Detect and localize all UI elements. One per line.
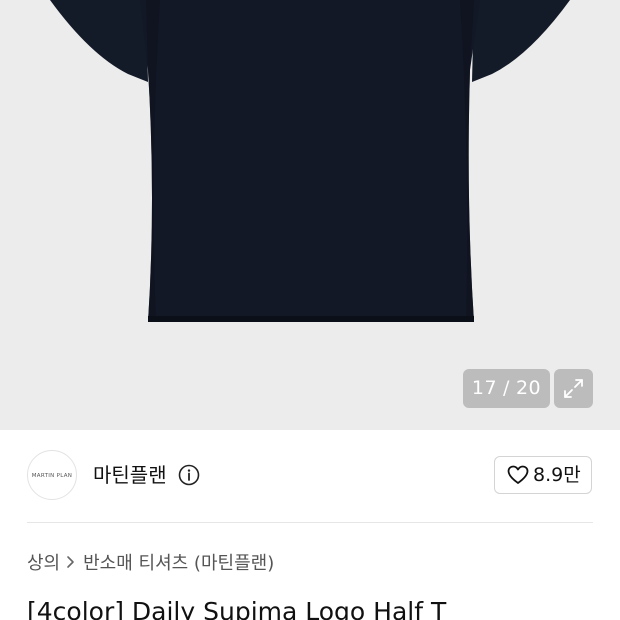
expand-icon bbox=[564, 379, 583, 398]
divider bbox=[27, 522, 593, 523]
breadcrumb-item-subcategory[interactable]: 반소매 티셔츠 (마틴플랜) bbox=[83, 553, 274, 574]
product-page: 17/20 MARTIN PLAN 마틴플랜 8.9만 상의 반소매 티셔츠 (… bbox=[0, 0, 620, 620]
chevron-right-icon bbox=[67, 556, 74, 568]
image-counter-total: 20 bbox=[515, 377, 542, 399]
expand-image-button[interactable] bbox=[554, 369, 593, 408]
brand-logo[interactable]: MARTIN PLAN bbox=[27, 450, 77, 500]
breadcrumb: 상의 반소매 티셔츠 (마틴플랜) bbox=[27, 552, 274, 576]
like-button[interactable]: 8.9만 bbox=[494, 456, 592, 494]
info-icon[interactable] bbox=[178, 464, 200, 486]
like-count: 8.9만 bbox=[533, 464, 581, 486]
heart-icon bbox=[507, 465, 529, 484]
image-counter-current: 17 bbox=[471, 377, 498, 399]
product-title: [4color] Daily Supima Logo Half T bbox=[27, 597, 447, 620]
breadcrumb-item-category[interactable]: 상의 bbox=[27, 553, 60, 574]
image-counter: 17/20 bbox=[463, 369, 550, 408]
image-counter-separator: / bbox=[503, 377, 510, 399]
brand-name[interactable]: 마틴플랜 bbox=[93, 462, 167, 488]
product-image-gallery[interactable]: 17/20 bbox=[0, 0, 620, 430]
product-image bbox=[50, 0, 570, 322]
brand-row: MARTIN PLAN 마틴플랜 8.9만 bbox=[0, 430, 620, 522]
